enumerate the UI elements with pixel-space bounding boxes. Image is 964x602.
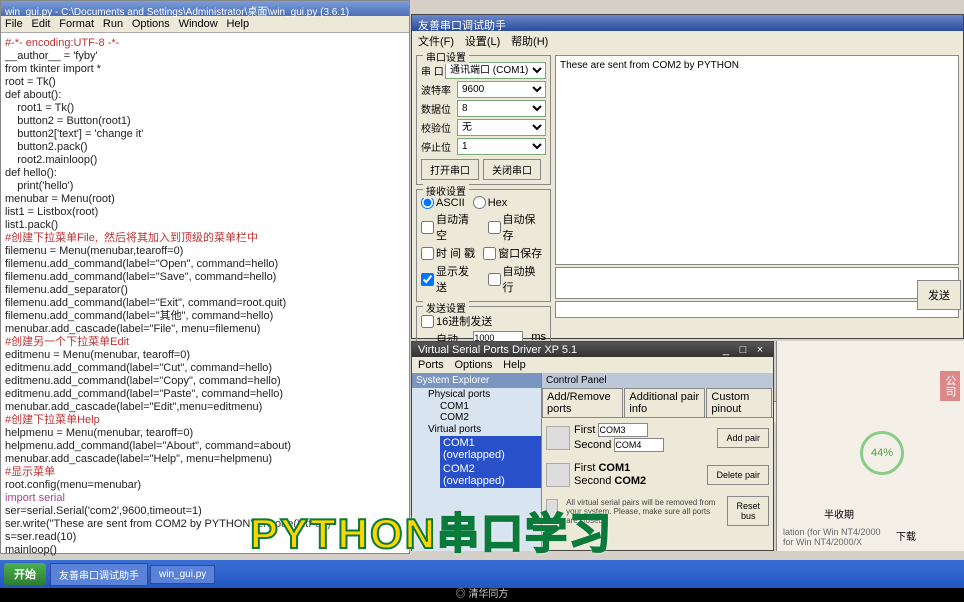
sidebar-fragment: 公司 44% 半收期 下载 lation (for Win NT4/2000 f…: [776, 341, 964, 551]
editor-menu-file[interactable]: File: [5, 18, 23, 30]
start-button[interactable]: 开始: [4, 563, 46, 585]
baud-label: 波特率: [421, 82, 457, 97]
databits-select[interactable]: 8: [457, 100, 546, 117]
brand-bar: ◎ 清华同方: [0, 588, 964, 602]
history-combo[interactable]: [555, 301, 959, 318]
second-label-2: Second: [574, 475, 611, 487]
editor-menubar: File Edit Format Run Options Window Help: [1, 16, 409, 33]
tx-hex-check[interactable]: 16进制发送: [421, 313, 492, 329]
send-button[interactable]: 发送: [917, 280, 961, 310]
tab-add-remove[interactable]: Add/Remove ports: [542, 388, 623, 417]
port-settings-group: 串口设置 串 口通讯端口 (COM1) 波特率9600 数据位8 校验位无 停止…: [416, 55, 551, 185]
reset-bus-button[interactable]: Reset bus: [727, 496, 769, 526]
video-caption: PYTHON串口学习: [250, 500, 613, 561]
vspd-title-text: Virtual Serial Ports Driver XP 5.1: [418, 344, 577, 355]
rx-autoclear-check[interactable]: 自动清空: [421, 211, 480, 243]
tree-physical-ports[interactable]: Physical ports: [412, 388, 541, 401]
tree-vcom1[interactable]: COM1 (overlapped): [412, 436, 541, 462]
vspd-menu-help[interactable]: Help: [503, 359, 526, 371]
vspd-menubar: Ports Options Help: [412, 357, 773, 373]
serial-menu-file[interactable]: 文件(F): [418, 36, 454, 48]
add-pair-row: First Second Add pair: [542, 418, 773, 457]
vspd-tabs: Add/Remove ports Additional pair info Cu…: [542, 388, 773, 418]
serial-menu-help[interactable]: 帮助(H): [511, 36, 548, 48]
rx-hex-radio[interactable]: Hex: [473, 196, 508, 209]
tx-textarea[interactable]: [555, 267, 959, 299]
editor-window: win_gui.py - C:\Documents and Settings\A…: [0, 0, 410, 554]
first-val-2: COM1: [598, 462, 630, 474]
first-port-input[interactable]: [598, 423, 648, 437]
port-select[interactable]: 通讯端口 (COM1): [445, 62, 546, 79]
second-label: Second: [574, 439, 611, 451]
rx-time-check[interactable]: 时 间 戳: [421, 245, 475, 261]
vspd-menu-ports[interactable]: Ports: [418, 359, 444, 371]
editor-menu-edit[interactable]: Edit: [32, 18, 51, 30]
port-label: 串 口: [421, 63, 445, 78]
info-line2: for Win NT4/2000/X: [783, 537, 862, 547]
tab-pair-info[interactable]: Additional pair info: [624, 388, 705, 417]
rx-autosave-check[interactable]: 自动保存: [488, 211, 547, 243]
info-line1: lation (for Win NT4/2000: [783, 527, 881, 537]
minimize-icon[interactable]: _: [719, 344, 733, 356]
tree-vcom2[interactable]: COM2 (overlapped): [412, 462, 541, 488]
first-label: First: [574, 424, 595, 436]
editor-menu-window[interactable]: Window: [179, 18, 218, 30]
tree-virtual-ports[interactable]: Virtual ports: [412, 423, 541, 436]
rx-settings-label: 接收设置: [423, 183, 469, 198]
add-pair-button[interactable]: Add pair: [717, 428, 769, 448]
code-area[interactable]: #-*- encoding:UTF-8 -*-__author__ = 'fyb…: [1, 33, 409, 561]
tx-settings-label: 发送设置: [423, 300, 469, 315]
editor-menu-help[interactable]: Help: [226, 18, 249, 30]
taskbar: 开始 友善串口调试助手 win_gui.py: [0, 560, 964, 588]
vspd-titlebar: Virtual Serial Ports Driver XP 5.1 _ □ ×: [412, 342, 773, 357]
parity-select[interactable]: 无: [457, 119, 546, 136]
close-port-button[interactable]: 关闭串口: [483, 159, 541, 180]
port-settings-label: 串口设置: [423, 49, 469, 64]
maximize-icon[interactable]: □: [736, 344, 750, 356]
rx-textarea[interactable]: These are sent from COM2 by PYTHON: [555, 55, 959, 265]
delete-pair-button[interactable]: Delete pair: [707, 465, 769, 485]
serial-menu-settings[interactable]: 设置(L): [465, 36, 500, 48]
percent-indicator: 44%: [860, 431, 904, 475]
serial-menubar: 文件(F) 设置(L) 帮助(H): [412, 31, 963, 51]
serial-title: 友善串口调试助手: [412, 15, 963, 31]
tab-pinout[interactable]: Custom pinout: [706, 388, 772, 417]
rx-autowrap-check[interactable]: 自动换行: [488, 263, 547, 295]
taskbar-item-serial[interactable]: 友善串口调试助手: [50, 563, 148, 586]
delete-pair-row: First COM1 Second COM2 Delete pair: [542, 457, 773, 492]
taskbar-item-editor[interactable]: win_gui.py: [150, 565, 215, 584]
editor-menu-options[interactable]: Options: [132, 18, 170, 30]
company-badge: 公司: [940, 371, 960, 401]
editor-menu-run[interactable]: Run: [103, 18, 123, 30]
parity-label: 校验位: [421, 120, 457, 135]
stopbits-select[interactable]: 1: [457, 138, 546, 155]
editor-title: win_gui.py - C:\Documents and Settings\A…: [1, 1, 409, 16]
download-label[interactable]: 下载: [896, 528, 916, 543]
databits-label: 数据位: [421, 101, 457, 116]
period-label: 半收期: [824, 506, 854, 521]
serial-debug-window: 友善串口调试助手 文件(F) 设置(L) 帮助(H) 串口设置 串 口通讯端口 …: [411, 14, 964, 339]
close-icon[interactable]: ×: [753, 344, 767, 356]
first-label-2: First: [574, 462, 595, 474]
open-port-button[interactable]: 打开串口: [421, 159, 479, 180]
rx-settings-group: 接收设置 ASCII Hex 自动清空 自动保存 时 间 戳 窗口保存 显示发送…: [416, 189, 551, 302]
panel-header: Control Panel: [542, 373, 773, 388]
editor-menu-format[interactable]: Format: [59, 18, 94, 30]
add-pair-icon: [546, 426, 570, 450]
tree-com2[interactable]: COM2: [412, 412, 541, 423]
rx-window-check[interactable]: 窗口保存: [483, 245, 542, 261]
tree-com1[interactable]: COM1: [412, 401, 541, 412]
second-val-2: COM2: [614, 475, 646, 487]
delete-pair-icon: [546, 463, 570, 487]
tree-header: System Explorer: [412, 373, 541, 388]
vspd-menu-options[interactable]: Options: [454, 359, 492, 371]
second-port-input[interactable]: [614, 438, 664, 452]
baud-select[interactable]: 9600: [457, 81, 546, 98]
stopbits-label: 停止位: [421, 139, 457, 154]
rx-showsend-check[interactable]: 显示发送: [421, 263, 480, 295]
